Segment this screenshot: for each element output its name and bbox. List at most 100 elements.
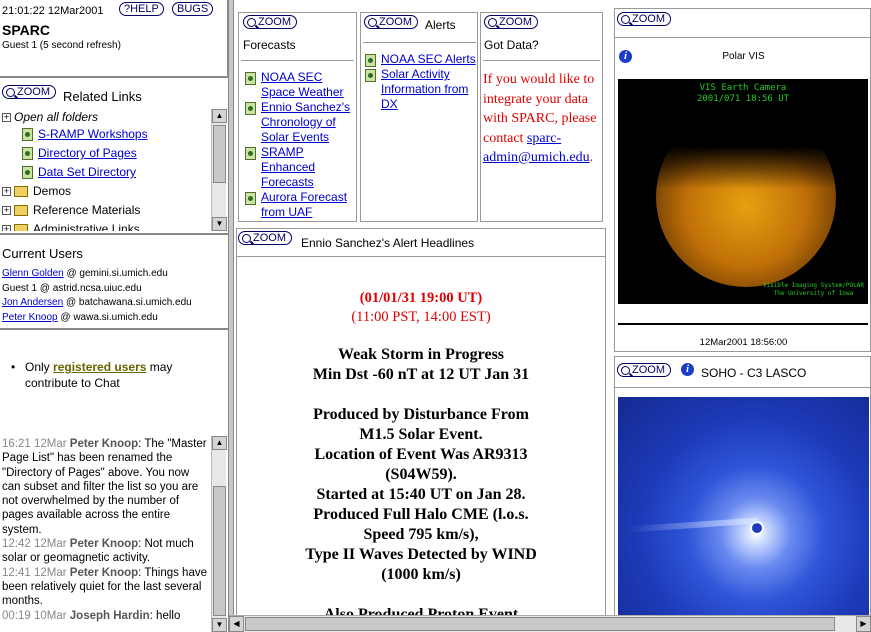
header-panel: 21:01:22 12Mar2001 ?HELP BUGS SPARC Gues…: [0, 0, 228, 76]
soho-panel: ZOOM i SOHO - C3 LASCO: [614, 356, 871, 616]
link-noaa-space-weather[interactable]: NOAA SEC Space Weather: [261, 70, 356, 100]
link-noaa-alerts[interactable]: NOAA SEC Alerts: [381, 52, 476, 67]
expand-icon: +: [2, 225, 11, 231]
alerts-title: Alerts: [425, 18, 456, 32]
page-icon: [245, 147, 256, 160]
polar-vis-title: Polar VIS: [722, 51, 765, 62]
image-credit: Visible Imaging System/POLAR The Univers…: [762, 282, 864, 297]
zoom-button-related[interactable]: ZOOM: [2, 85, 56, 99]
user-name[interactable]: Jon Andersen: [2, 297, 63, 308]
scroll-left-icon[interactable]: ◀: [229, 616, 244, 632]
folder-icon: [14, 205, 28, 217]
chat-message: 12:41 12Mar Peter Knoop: Things have bee…: [2, 566, 207, 608]
scroll-thumb[interactable]: [213, 486, 226, 616]
user-name[interactable]: Peter Knoop: [2, 312, 58, 323]
scroll-thumb[interactable]: [245, 617, 835, 631]
got-data-panel: ZOOM Got Data? If you would like to inte…: [480, 12, 603, 222]
related-links-scrollbar[interactable]: ▲ ▼: [211, 109, 227, 231]
link-chronology[interactable]: Ennio Sanchez's Chronology of Solar Even…: [261, 100, 356, 145]
clock: 21:01:22 12Mar2001: [2, 5, 104, 17]
folder-demos[interactable]: + Demos: [2, 184, 140, 203]
magnifier-icon: [368, 17, 377, 27]
link-data-set-directory[interactable]: Data Set Directory: [38, 165, 136, 179]
user-row: Glenn Golden @ gemini.si.umich.edu: [2, 268, 168, 279]
scroll-right-icon[interactable]: ▶: [856, 616, 871, 632]
page-icon: [22, 147, 33, 161]
zoom-button-headlines[interactable]: ZOOM: [238, 231, 292, 245]
soho-image[interactable]: [618, 397, 869, 615]
user-name[interactable]: Glenn Golden: [2, 268, 64, 279]
alerts-panel: ZOOM Alerts NOAA SEC Alerts Solar Activi…: [360, 12, 478, 222]
user-list: Glenn Golden @ gemini.si.umich.edu Guest…: [2, 267, 192, 325]
zoom-button-polar-vis[interactable]: ZOOM: [617, 12, 671, 26]
bugs-button[interactable]: BUGS: [172, 2, 214, 16]
open-all-row[interactable]: + Open all folders: [2, 110, 98, 124]
magnifier-icon: [488, 17, 497, 27]
folder-icon: [14, 186, 28, 198]
polar-vis-timestamp: 12Mar2001 18:56:00: [699, 337, 788, 348]
link-aurora-forecast[interactable]: Aurora Forecast from UAF: [261, 190, 356, 220]
folder-icon: [14, 224, 28, 231]
scroll-down-icon[interactable]: ▼: [212, 217, 227, 231]
zoom-button-forecasts[interactable]: ZOOM: [243, 15, 297, 29]
alert-date: (01/01/31 19:00 UT) (11:00 PST, 14:00 ES…: [351, 290, 491, 325]
help-button[interactable]: ?HELP: [119, 2, 164, 16]
scroll-thumb[interactable]: [213, 125, 226, 183]
chat-message: 16:21 12Mar Peter Knoop: The "Master Pag…: [2, 438, 207, 536]
folder-admin-links[interactable]: + Administrative Links: [2, 222, 140, 231]
folder-reference-materials[interactable]: + Reference Materials: [2, 203, 140, 222]
chat-panel: • Only registered users may contribute t…: [0, 331, 228, 632]
headlines-title: Ennio Sanchez's Alert Headlines: [301, 236, 475, 250]
zoom-button-soho[interactable]: ZOOM: [617, 363, 671, 377]
chat-notice: • Only registered users may contribute t…: [11, 360, 173, 390]
magnifier-icon: [621, 365, 630, 375]
info-icon[interactable]: i: [681, 363, 694, 376]
page-icon: [245, 192, 256, 205]
current-users-title: Current Users: [2, 246, 83, 261]
divider: [0, 76, 228, 78]
rule: [363, 42, 476, 43]
earth-shadow: [648, 94, 848, 189]
alert-links: NOAA SEC Alerts Solar Activity Informati…: [365, 52, 477, 112]
polar-vis-image[interactable]: VIS Earth Camera 2001/071 18:56 UT Visib…: [618, 79, 868, 304]
streamer: [627, 517, 759, 533]
magnifier-icon: [247, 17, 256, 27]
forecasts-panel: ZOOM Forecasts NOAA SEC Space Weather En…: [238, 12, 357, 222]
forecasts-title: Forecasts: [243, 38, 296, 52]
chat-messages: 16:21 12Mar Peter Knoop: The "Master Pag…: [2, 437, 210, 623]
magnifier-icon: [242, 233, 251, 243]
related-links-title: Related Links: [63, 89, 142, 104]
expand-icon: +: [2, 112, 11, 123]
frame-divider[interactable]: [228, 0, 234, 632]
page-icon: [245, 72, 256, 85]
related-links-panel: ZOOM Related Links + Open all folders S-R…: [0, 79, 228, 231]
alert-body: Weak Storm in Progress Min Dst -60 nT at…: [305, 346, 537, 616]
divider: [0, 328, 228, 330]
session-info: Guest 1 (5 second refresh): [2, 40, 121, 51]
user-row: Guest 1 @ astrid.ncsa.uiuc.edu: [2, 282, 142, 294]
horizontal-scrollbar[interactable]: ◀ ▶: [229, 615, 871, 632]
zoom-button-got-data[interactable]: ZOOM: [484, 15, 538, 29]
divider: [0, 233, 228, 235]
expand-icon: +: [2, 205, 11, 216]
zoom-button-alerts[interactable]: ZOOM: [364, 15, 418, 29]
scroll-down-icon[interactable]: ▼: [212, 618, 227, 632]
page-icon: [365, 69, 376, 82]
rule: [237, 256, 605, 257]
chat-message: 12:42 12Mar Peter Knoop: Not much solar …: [2, 538, 194, 565]
scroll-up-icon[interactable]: ▲: [212, 109, 227, 123]
current-users-panel: Current Users Glenn Golden @ gemini.si.u…: [0, 236, 228, 328]
rule: [483, 60, 600, 61]
rule: [241, 60, 354, 61]
chat-scrollbar[interactable]: ▲ ▼: [211, 436, 227, 632]
link-sramp-forecasts[interactable]: SRAMP Enhanced Forecasts: [261, 145, 356, 190]
scroll-up-icon[interactable]: ▲: [212, 436, 227, 450]
registered-users-link[interactable]: registered users: [53, 360, 146, 374]
link-sramp-workshops[interactable]: S-RAMP Workshops: [38, 127, 148, 141]
link-directory-of-pages[interactable]: Directory of Pages: [38, 146, 137, 160]
forecast-links: NOAA SEC Space Weather Ennio Sanchez's C…: [245, 70, 356, 220]
image-caption: VIS Earth Camera 2001/071 18:56 UT: [696, 83, 790, 104]
rule: [615, 37, 870, 38]
rule: [618, 323, 868, 325]
link-solar-activity[interactable]: Solar Activity Information from DX: [381, 67, 477, 112]
